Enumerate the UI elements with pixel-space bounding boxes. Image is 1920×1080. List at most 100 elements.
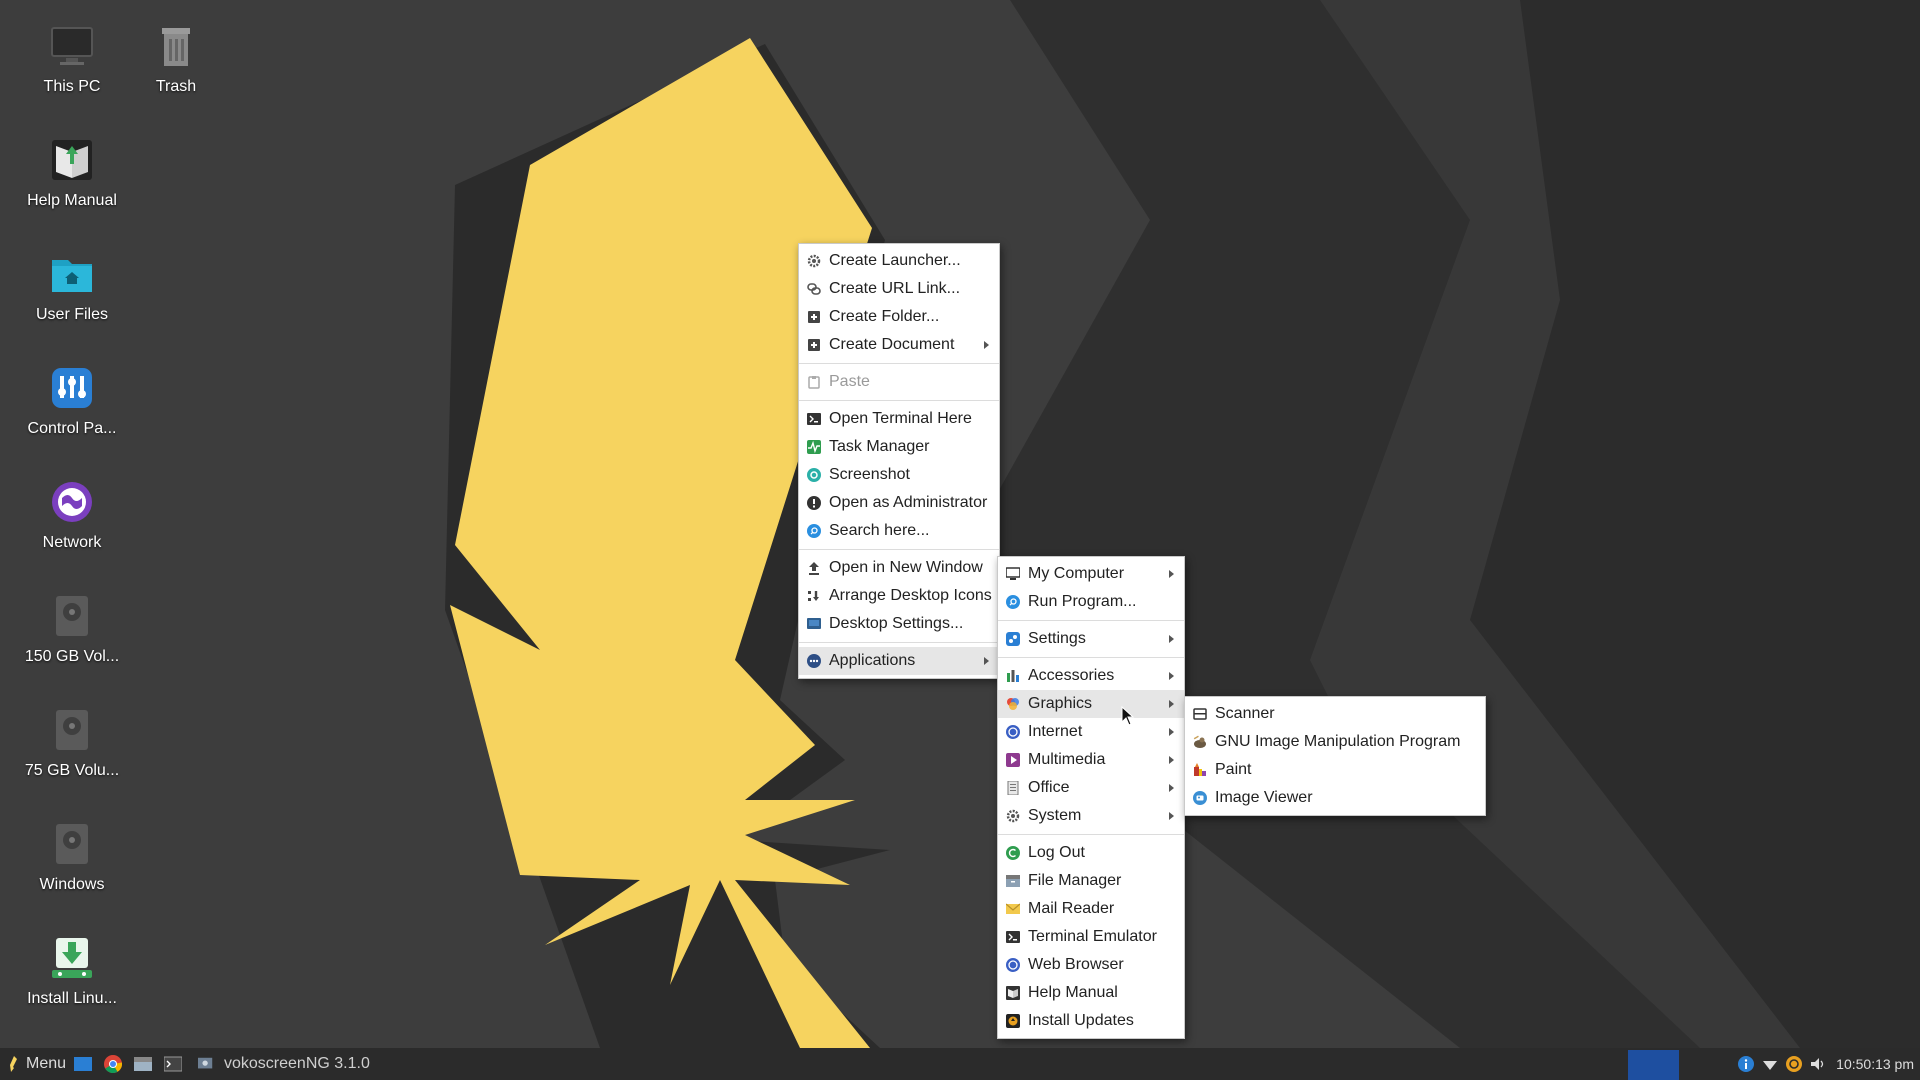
- desktop-icon-control-panel[interactable]: Control Pa...: [17, 364, 127, 438]
- menu-item-label: Run Program...: [1028, 593, 1137, 610]
- gimp-icon: [1193, 735, 1206, 748]
- menu-item-office[interactable]: Office: [998, 774, 1184, 802]
- menu-item-open-as-administrator[interactable]: Open as Administrator: [799, 489, 999, 517]
- desktop-icon-install-linux[interactable]: Install Linu...: [17, 934, 127, 1008]
- monitor-icon: [51, 27, 93, 65]
- help-manual-icon: [1006, 986, 1020, 1000]
- file-manager-icon: [1006, 875, 1020, 887]
- desktop-icon-75gb-volume[interactable]: 75 GB Volu...: [17, 706, 127, 780]
- menu-item-screenshot[interactable]: Screenshot: [799, 461, 999, 489]
- arrange-icon: [808, 591, 819, 601]
- wifi-icon[interactable]: [1762, 1056, 1778, 1072]
- desktop-icon-trash[interactable]: Trash: [121, 22, 231, 96]
- run-icon: [1006, 595, 1020, 609]
- menu-item-log-out[interactable]: Log Out: [998, 839, 1184, 867]
- desktop-icon-label: 150 GB Vol...: [24, 648, 120, 665]
- desktop-icon-user-files[interactable]: User Files: [17, 250, 127, 324]
- workspace-indicator[interactable]: [1628, 1050, 1679, 1080]
- clock[interactable]: 10:50:13 pm: [1836, 1048, 1914, 1080]
- admin-icon: [807, 496, 821, 510]
- menu-item-system[interactable]: System: [998, 802, 1184, 830]
- menu-item-applications[interactable]: Applications: [799, 647, 999, 675]
- monitor-icon: [1006, 567, 1020, 580]
- new-document-icon: [808, 339, 820, 351]
- submenu-arrow-icon: [1169, 700, 1174, 708]
- launcher-file-manager[interactable]: [134, 1048, 156, 1080]
- desktop-icon-label: This PC: [43, 78, 101, 95]
- applications-icon: [807, 654, 821, 668]
- taskbar-window-vokoscreen[interactable]: vokoscreenNG 3.1.0: [192, 1048, 392, 1080]
- start-menu-button[interactable]: Menu: [4, 1048, 72, 1080]
- desktop-icon-label: Control Pa...: [27, 420, 117, 437]
- logout-icon: [1006, 846, 1020, 860]
- volume-icon[interactable]: [1810, 1056, 1826, 1072]
- menu-item-gimp[interactable]: GNU Image Manipulation Program: [1185, 728, 1485, 756]
- menu-item-open-terminal-here[interactable]: Open Terminal Here: [799, 405, 999, 433]
- internet-icon: [1006, 725, 1020, 739]
- menu-item-install-updates[interactable]: Install Updates: [998, 1007, 1184, 1035]
- info-icon[interactable]: [1738, 1056, 1754, 1072]
- paint-icon: [1194, 763, 1206, 776]
- menu-item-web-browser[interactable]: Web Browser: [998, 951, 1184, 979]
- launcher-terminal[interactable]: [164, 1048, 186, 1080]
- desktop-icon-label: User Files: [35, 306, 108, 323]
- menu-item-label: Log Out: [1028, 844, 1085, 861]
- updates-icon[interactable]: [1786, 1056, 1802, 1072]
- menu-item-label: System: [1028, 807, 1082, 824]
- desktop-icon-windows[interactable]: Windows: [17, 820, 127, 894]
- menu-item-create-launcher[interactable]: Create Launcher...: [799, 247, 999, 275]
- menu-item-image-viewer[interactable]: Image Viewer: [1185, 784, 1485, 812]
- submenu-arrow-icon: [1169, 570, 1174, 578]
- desktop-icon-150gb-volume[interactable]: 150 GB Vol...: [17, 592, 127, 666]
- terminal-icon: [164, 1056, 182, 1072]
- menu-item-search-here[interactable]: Search here...: [799, 517, 999, 545]
- menu-item-accessories[interactable]: Accessories: [998, 662, 1184, 690]
- gear-icon: [807, 254, 821, 268]
- menu-item-paint[interactable]: Paint: [1185, 756, 1485, 784]
- trash-icon: [162, 28, 190, 66]
- menu-item-my-computer[interactable]: My Computer: [998, 560, 1184, 588]
- menu-item-mail-reader[interactable]: Mail Reader: [998, 895, 1184, 923]
- multimedia-icon: [1006, 753, 1020, 767]
- menu-item-label: Open as Administrator: [829, 494, 988, 511]
- menu-item-task-manager[interactable]: Task Manager: [799, 433, 999, 461]
- desktop-icon-this-pc[interactable]: This PC: [17, 22, 127, 96]
- drive-icon: [56, 596, 88, 636]
- taskbar: Menu vokoscreenNG 3.1.0 10:50:13 pm: [0, 1048, 1920, 1080]
- menu-item-label: Scanner: [1215, 705, 1275, 722]
- menu-item-label: Internet: [1028, 723, 1083, 740]
- menu-item-create-url-link[interactable]: Create URL Link...: [799, 275, 999, 303]
- menu-item-internet[interactable]: Internet: [998, 718, 1184, 746]
- install-icon: [52, 938, 92, 978]
- menu-item-create-document[interactable]: Create Document: [799, 331, 999, 359]
- menu-item-open-in-new-window[interactable]: Open in New Window: [799, 554, 999, 582]
- menu-separator: [998, 657, 1184, 658]
- menu-item-create-folder[interactable]: Create Folder...: [799, 303, 999, 331]
- menu-item-scanner[interactable]: Scanner: [1185, 700, 1485, 728]
- menu-item-desktop-settings[interactable]: Desktop Settings...: [799, 610, 999, 638]
- menu-item-run-program[interactable]: Run Program...: [998, 588, 1184, 616]
- submenu-arrow-icon: [1169, 756, 1174, 764]
- search-icon: [807, 524, 821, 538]
- menu-item-graphics[interactable]: Graphics: [998, 690, 1184, 718]
- launcher-show-desktop[interactable]: [74, 1048, 96, 1080]
- desktop-context-menu: Create Launcher... Create URL Link... Cr…: [798, 243, 1000, 679]
- menu-item-label: Applications: [829, 652, 916, 669]
- menu-item-terminal-emulator[interactable]: Terminal Emulator: [998, 923, 1184, 951]
- desktop-icon-label: Windows: [39, 876, 105, 893]
- menu-separator: [799, 400, 999, 401]
- menu-item-file-manager[interactable]: File Manager: [998, 867, 1184, 895]
- menu-item-settings[interactable]: Settings: [998, 625, 1184, 653]
- launcher-web-browser[interactable]: [104, 1048, 126, 1080]
- menu-item-arrange-desktop-icons[interactable]: Arrange Desktop Icons: [799, 582, 999, 610]
- desktop-icon-help-manual[interactable]: Help Manual: [17, 136, 127, 210]
- system-gear-icon: [1006, 809, 1020, 823]
- desktop-icon-network[interactable]: Network: [17, 478, 127, 552]
- menu-item-paste[interactable]: Paste: [799, 368, 999, 396]
- menu-separator: [799, 363, 999, 364]
- menu-item-multimedia[interactable]: Multimedia: [998, 746, 1184, 774]
- graphics-submenu: Scanner GNU Image Manipulation Program P…: [1184, 696, 1486, 816]
- submenu-arrow-icon: [984, 657, 989, 665]
- menu-item-label: Create Folder...: [829, 308, 940, 325]
- menu-item-help-manual[interactable]: Help Manual: [998, 979, 1184, 1007]
